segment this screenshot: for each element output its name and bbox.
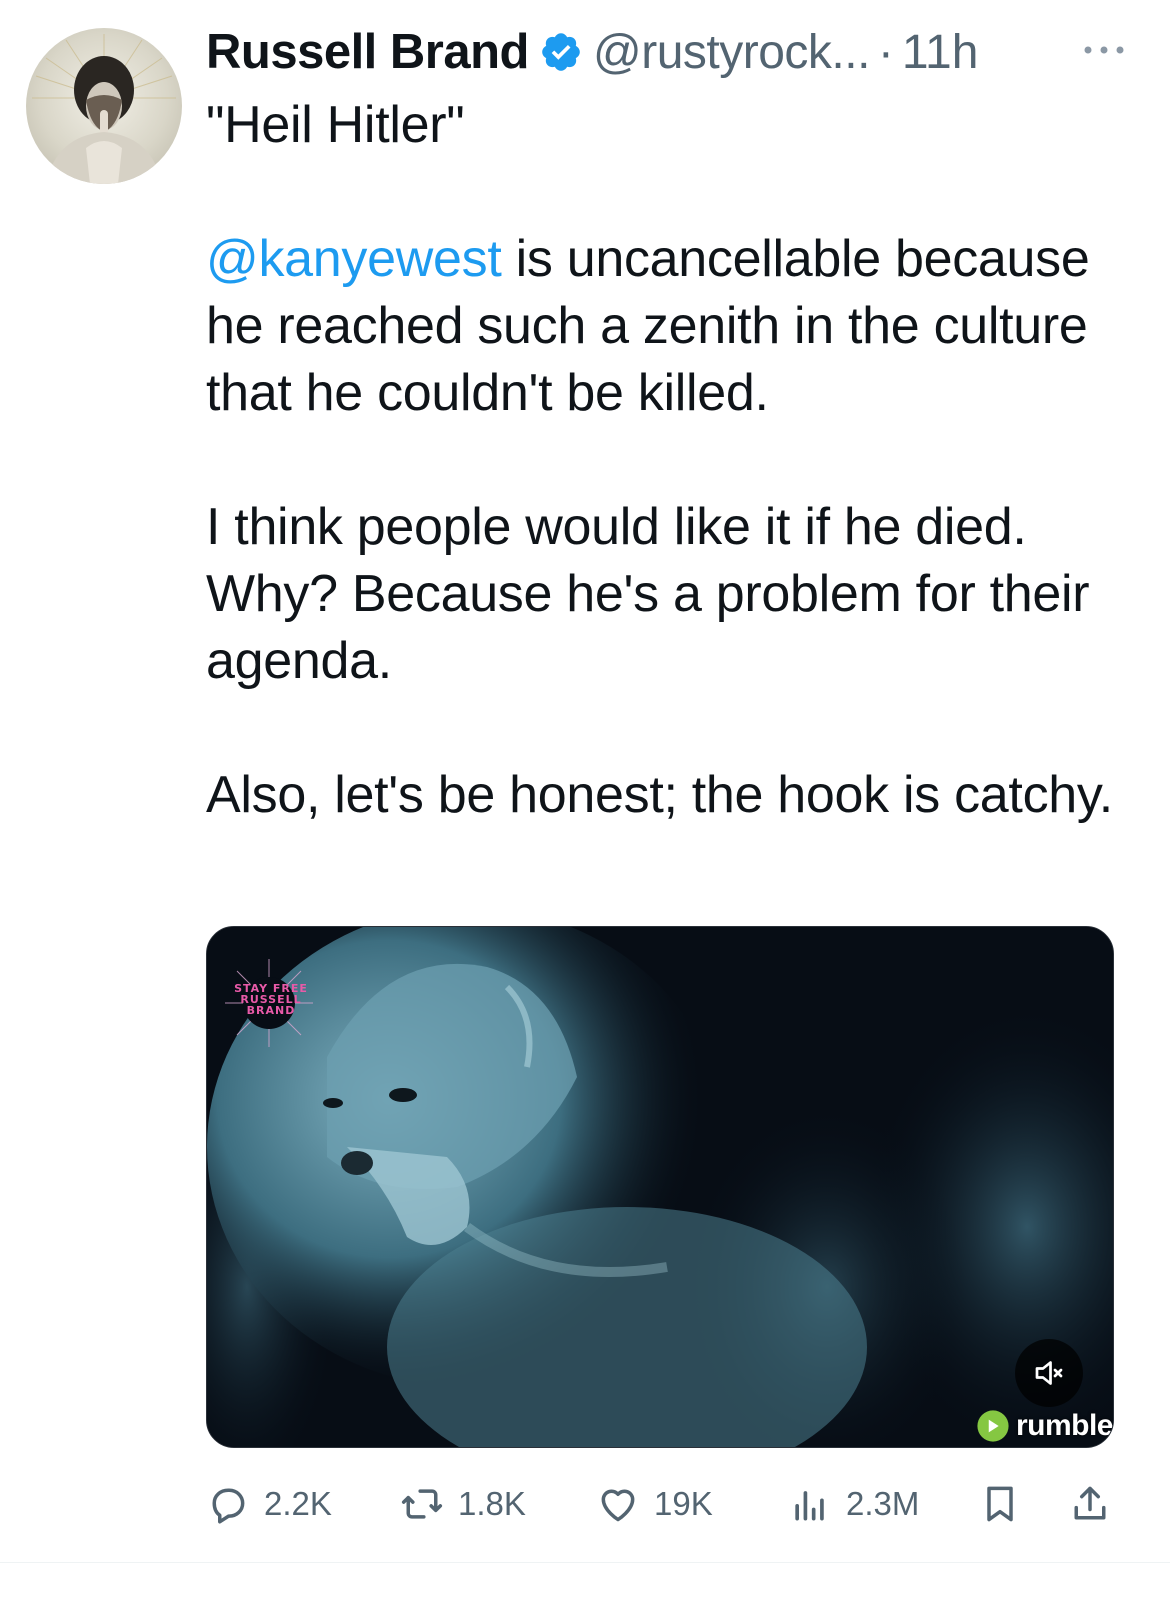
mention-link[interactable]: @kanyewest: [206, 230, 502, 288]
share-icon: [1074, 1486, 1106, 1520]
video-frame: [207, 927, 1113, 1447]
repost-count: 1.8K: [458, 1485, 526, 1522]
more-horizontal-icon[interactable]: [1078, 30, 1130, 70]
avatar-image: [32, 34, 176, 184]
tweet-text-line-1: "Heil Hitler": [206, 96, 465, 154]
repost-button[interactable]: 1.8K: [400, 1476, 526, 1532]
view-count: 2.3M: [846, 1485, 920, 1522]
bookmark-icon: [987, 1486, 1013, 1522]
analytics-icon: [795, 1491, 824, 1521]
rumble-logo: rumble: [976, 1407, 1113, 1445]
views-button[interactable]: 2.3M: [788, 1476, 919, 1532]
tweet-header: Russell Brand @rustyrock... · 11h: [206, 22, 1130, 82]
tweet-text: "Heil Hitler" @kanyewest is uncancellabl…: [206, 92, 1136, 829]
verified-badge-icon[interactable]: [539, 30, 583, 74]
bookmark-button[interactable]: [978, 1476, 1022, 1532]
like-button[interactable]: 19K: [596, 1476, 713, 1532]
volume-muted-icon: [1035, 1361, 1063, 1385]
channel-watermark: STAY FREE RUSSELL BRAND: [234, 982, 308, 1017]
tweet-text-paragraph-3: I think people would like it if he died.…: [206, 498, 1090, 690]
tweet-text-paragraph-4: Also, let's be honest; the hook is catch…: [206, 766, 1113, 824]
reply-count: 2.2K: [264, 1485, 332, 1522]
heart-icon: [601, 1489, 635, 1522]
rumble-label: rumble: [1015, 1409, 1113, 1442]
handle[interactable]: @rustyrock...: [593, 25, 870, 80]
divider: [0, 1562, 1170, 1563]
separator-dot: ·: [877, 25, 894, 79]
display-name[interactable]: Russell Brand: [206, 24, 529, 80]
timestamp[interactable]: 11h: [902, 25, 979, 80]
rumble-play-icon: [977, 1410, 1009, 1442]
mute-button[interactable]: [1015, 1339, 1083, 1407]
like-count: 19K: [654, 1485, 713, 1522]
reply-button[interactable]: 2.2K: [206, 1476, 332, 1532]
reply-icon: [212, 1488, 245, 1524]
video-player[interactable]: STAY FREE RUSSELL BRAND rumble: [206, 926, 1114, 1448]
avatar[interactable]: [26, 28, 182, 184]
share-button[interactable]: [1068, 1476, 1112, 1532]
tweet-text-paragraph-2: @kanyewest is uncancellable because he r…: [206, 226, 1136, 427]
action-bar: 2.2K 1.8K 19K 2.3M: [206, 1476, 1116, 1532]
repost-icon: [401, 1489, 443, 1519]
